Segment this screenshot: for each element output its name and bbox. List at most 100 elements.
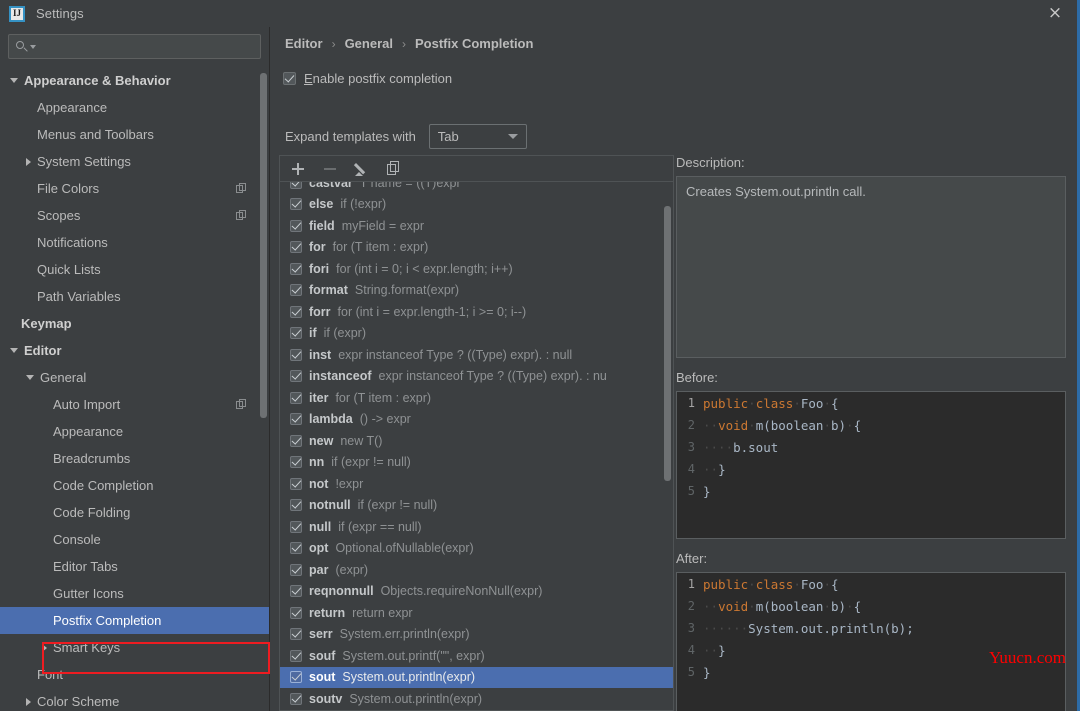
sidebar-item-file-colors[interactable]: File Colors xyxy=(0,175,269,202)
template-row[interactable]: par (expr) xyxy=(280,559,673,581)
template-row[interactable]: forr for (int i = expr.length-1; i >= 0; … xyxy=(280,301,673,323)
sidebar-item-editor-tabs[interactable]: Editor Tabs xyxy=(0,553,269,580)
template-row[interactable]: null if (expr == null) xyxy=(280,516,673,538)
template-enabled-checkbox[interactable] xyxy=(290,327,302,340)
template-enabled-checkbox[interactable] xyxy=(290,499,302,512)
template-list-scrollbar[interactable] xyxy=(664,182,671,710)
template-row[interactable]: format String.format(expr) xyxy=(280,280,673,302)
template-enabled-checkbox[interactable] xyxy=(290,348,302,361)
template-list-scrollbar-thumb[interactable] xyxy=(664,206,671,481)
sidebar-item-appearance[interactable]: Appearance xyxy=(0,418,269,445)
sidebar-item-code-folding[interactable]: Code Folding xyxy=(0,499,269,526)
template-row[interactable]: field myField = expr xyxy=(280,215,673,237)
chevron-right-icon[interactable] xyxy=(26,697,31,706)
template-enabled-checkbox[interactable] xyxy=(290,198,302,211)
sidebar-item-notifications[interactable]: Notifications xyxy=(0,229,269,256)
template-row[interactable]: castvar T name = ((T)expr xyxy=(280,182,673,194)
chevron-right-icon[interactable] xyxy=(42,643,47,652)
template-row[interactable]: for for (T item : expr) xyxy=(280,237,673,259)
sidebar-item-color-scheme[interactable]: Color Scheme xyxy=(0,688,269,707)
template-enabled-checkbox[interactable] xyxy=(290,370,302,383)
template-list[interactable]: castvar T name = ((T)expr else if (!expr) fi… xyxy=(280,182,673,710)
template-row[interactable]: nn if (expr != null) xyxy=(280,452,673,474)
pencil-icon[interactable] xyxy=(354,161,370,177)
chevron-down-icon[interactable] xyxy=(507,134,518,139)
sidebar-item-gutter-icons[interactable]: Gutter Icons xyxy=(0,580,269,607)
template-enabled-checkbox[interactable] xyxy=(290,305,302,318)
chevron-right-icon[interactable] xyxy=(26,157,31,166)
template-row[interactable]: new new T() xyxy=(280,430,673,452)
template-row[interactable]: fori for (int i = 0; i < expr.length; i++… xyxy=(280,258,673,280)
sidebar-item-auto-import[interactable]: Auto Import xyxy=(0,391,269,418)
sidebar-item-font[interactable]: Font xyxy=(0,661,269,688)
template-row[interactable]: return return expr xyxy=(280,602,673,624)
template-enabled-checkbox[interactable] xyxy=(290,542,302,555)
sidebar-scrollbar[interactable] xyxy=(260,67,267,707)
template-row[interactable]: inst expr instanceof Type ? ((Type) expr)… xyxy=(280,344,673,366)
chevron-down-icon[interactable] xyxy=(26,375,34,380)
search-input[interactable] xyxy=(8,34,261,59)
sidebar-item-general[interactable]: General xyxy=(0,364,269,391)
template-row[interactable]: not !expr xyxy=(280,473,673,495)
template-enabled-checkbox[interactable] xyxy=(290,692,302,705)
template-enabled-checkbox[interactable] xyxy=(290,413,302,426)
template-enabled-checkbox[interactable] xyxy=(290,671,302,684)
chevron-down-icon[interactable] xyxy=(10,348,18,353)
enable-postfix-completion-checkbox[interactable] xyxy=(283,72,296,85)
template-row[interactable]: soutv System.out.println(expr) xyxy=(280,688,673,710)
sidebar-item-postfix-completion[interactable]: Postfix Completion xyxy=(0,607,269,634)
sidebar-item-breadcrumbs[interactable]: Breadcrumbs xyxy=(0,445,269,472)
sidebar-item-system-settings[interactable]: System Settings xyxy=(0,148,269,175)
template-enabled-checkbox[interactable] xyxy=(290,262,302,275)
chevron-down-icon[interactable] xyxy=(30,44,36,49)
sidebar-item-appearance-behavior[interactable]: Appearance & Behavior xyxy=(0,67,269,94)
template-row[interactable]: sout System.out.println(expr) xyxy=(280,666,673,688)
template-enabled-checkbox[interactable] xyxy=(290,477,302,490)
sidebar-item-code-completion[interactable]: Code Completion xyxy=(0,472,269,499)
template-enabled-checkbox[interactable] xyxy=(290,284,302,297)
template-enabled-checkbox[interactable] xyxy=(290,628,302,641)
sidebar-item-path-variables[interactable]: Path Variables xyxy=(0,283,269,310)
breadcrumb-item-editor[interactable]: Editor xyxy=(285,36,323,51)
template-row[interactable]: iter for (T item : expr) xyxy=(280,387,673,409)
close-icon[interactable]: × xyxy=(1033,0,1077,27)
template-enabled-checkbox[interactable] xyxy=(290,520,302,533)
chevron-down-icon[interactable] xyxy=(10,78,18,83)
template-row[interactable]: lambda () -> expr xyxy=(280,409,673,431)
expand-templates-select[interactable]: Tab xyxy=(428,124,527,149)
template-enabled-checkbox[interactable] xyxy=(290,563,302,576)
enable-postfix-completion-row[interactable]: Enable postfix completion xyxy=(283,71,452,86)
sidebar-item-editor[interactable]: Editor xyxy=(0,337,269,364)
sidebar-item-scopes[interactable]: Scopes xyxy=(0,202,269,229)
template-row[interactable]: notnull if (expr != null) xyxy=(280,495,673,517)
sidebar-item-appearance[interactable]: Appearance xyxy=(0,94,269,121)
template-enabled-checkbox[interactable] xyxy=(290,219,302,232)
sidebar-item-console[interactable]: Console xyxy=(0,526,269,553)
copy-icon[interactable] xyxy=(386,160,402,177)
sidebar-scrollbar-thumb[interactable] xyxy=(260,73,267,418)
template-row[interactable]: if if (expr) xyxy=(280,323,673,345)
template-enabled-checkbox[interactable] xyxy=(290,391,302,404)
add-icon[interactable] xyxy=(290,161,306,177)
template-row[interactable]: else if (!expr) xyxy=(280,194,673,216)
template-row[interactable]: opt Optional.ofNullable(expr) xyxy=(280,538,673,560)
template-enabled-checkbox[interactable] xyxy=(290,182,302,189)
template-row[interactable]: serr System.err.println(expr) xyxy=(280,624,673,646)
sidebar-item-menus-and-toolbars[interactable]: Menus and Toolbars xyxy=(0,121,269,148)
breadcrumb-item-general[interactable]: General xyxy=(345,36,393,51)
template-enabled-checkbox[interactable] xyxy=(290,434,302,447)
sidebar-item-keymap[interactable]: Keymap xyxy=(0,310,269,337)
sidebar-item-quick-lists[interactable]: Quick Lists xyxy=(0,256,269,283)
template-expression: if (expr == null) xyxy=(338,519,422,534)
template-row[interactable]: instanceof expr instanceof Type ? ((Type)… xyxy=(280,366,673,388)
template-row[interactable]: souf System.out.printf("", expr) xyxy=(280,645,673,667)
template-enabled-checkbox[interactable] xyxy=(290,585,302,598)
template-enabled-checkbox[interactable] xyxy=(290,606,302,619)
template-enabled-checkbox[interactable] xyxy=(290,649,302,662)
template-row[interactable]: reqnonnull Objects.requireNonNull(expr) xyxy=(280,581,673,603)
template-row[interactable]: streamArrays.stream(expr) xyxy=(280,710,673,711)
template-enabled-checkbox[interactable] xyxy=(290,241,302,254)
sidebar-item-smart-keys[interactable]: Smart Keys xyxy=(0,634,269,661)
template-enabled-checkbox[interactable] xyxy=(290,456,302,469)
enable-postfix-completion-label: Enable postfix completion xyxy=(304,71,453,86)
